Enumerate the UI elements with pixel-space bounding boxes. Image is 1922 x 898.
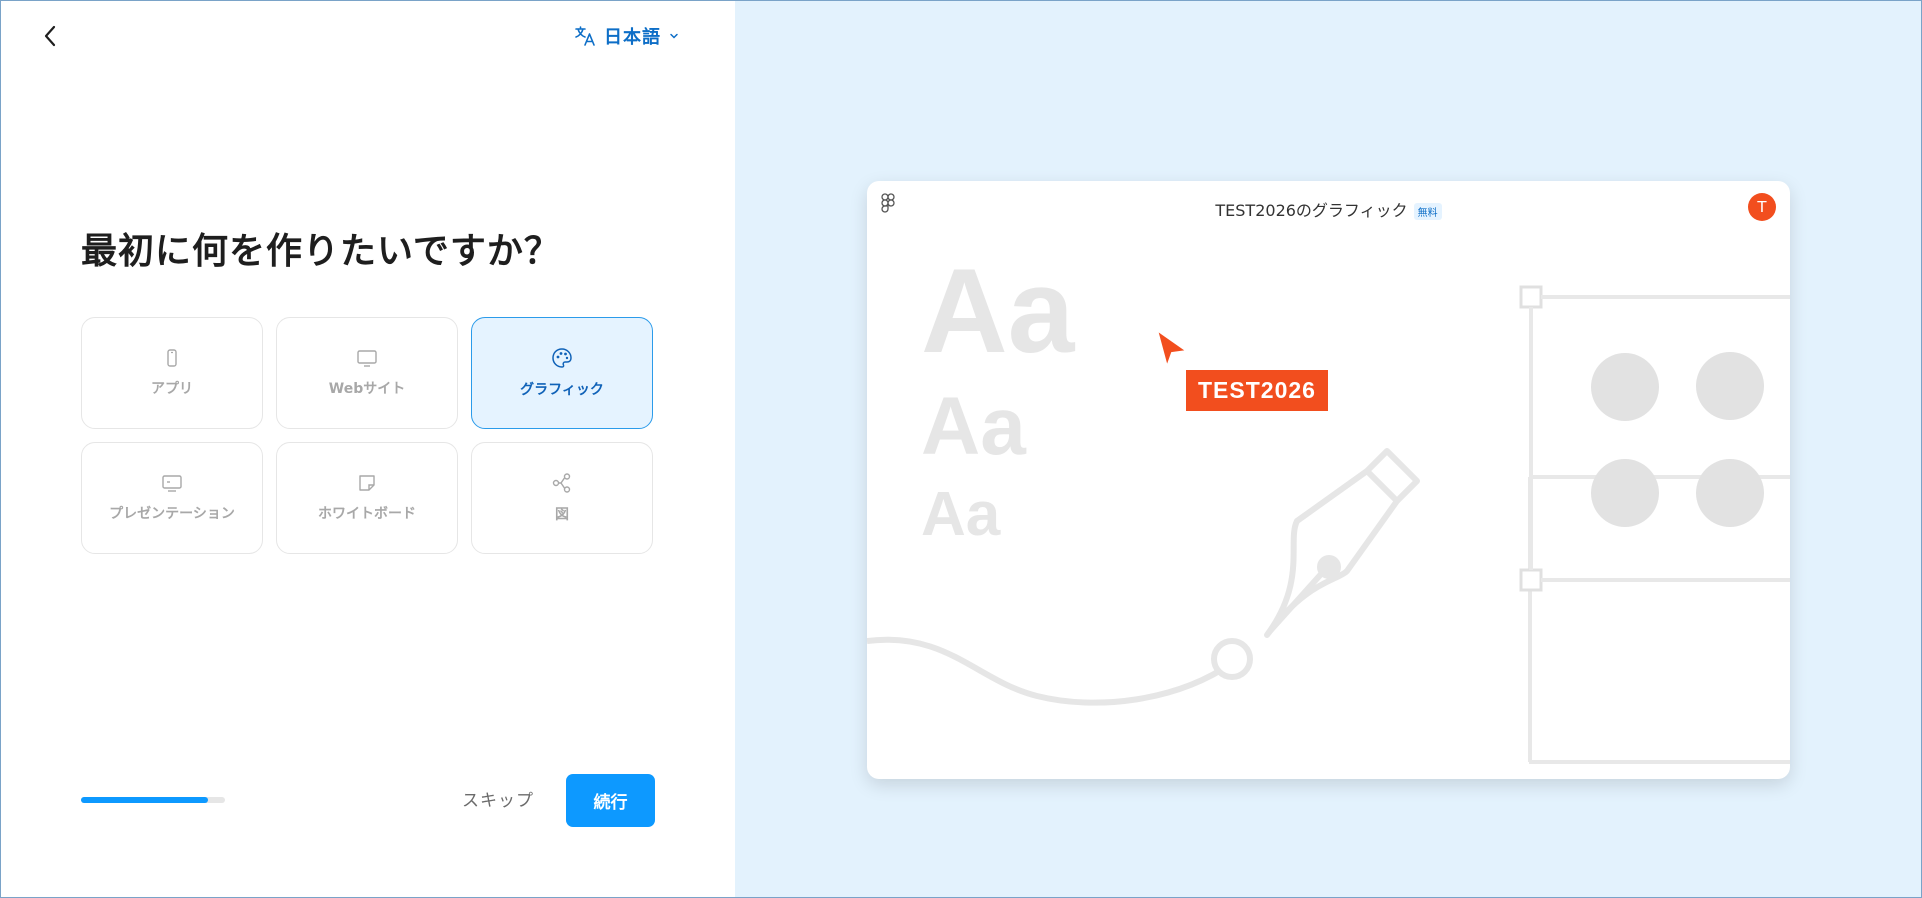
page-title: 最初に何を作りたいですか？ [81,231,561,272]
phone-icon [167,349,177,367]
presentation-icon [162,475,182,492]
cursor-icon [1155,327,1190,371]
frame-handle [1519,568,1543,592]
sample-text-medium: Aa [921,381,1026,472]
bezier-curve [867,636,1234,706]
frame-handle [1519,285,1543,309]
translate-icon [575,26,595,46]
continue-button[interactable]: 続行 [566,774,655,827]
left-panel: 日本語 最初に何を作りたいですか？ アプリ Webサイト グラフィック プレゼン… [0,0,735,898]
sample-text-small: Aa [921,480,1001,549]
option-app[interactable]: アプリ [81,317,263,429]
language-selector[interactable]: 日本語 [574,20,679,52]
language-label: 日本語 [604,27,661,48]
preview-file-name: TEST2026のグラフィック [1215,201,1408,220]
option-label: グラフィック [520,382,604,398]
dot-shape [1696,459,1764,527]
option-grid: アプリ Webサイト グラフィック プレゼンテーション ホワイトボード 図 [81,317,653,554]
skip-button[interactable]: スキップ [462,786,534,811]
anchor-point [1211,638,1253,680]
dot-shape [1591,353,1659,421]
cursor-name-tag: TEST2026 [1186,370,1328,411]
option-graphic[interactable]: グラフィック [471,317,653,429]
progress-fill [81,797,208,803]
sticky-note-icon [359,475,375,491]
option-label: プレゼンテーション [109,506,235,522]
progress-bar [81,797,225,803]
option-label: ホワイトボード [318,506,416,522]
avatar: T [1748,193,1776,221]
diagram-icon [552,473,571,493]
pen-tool-icon [1264,448,1420,638]
palette-icon [552,348,572,368]
option-website[interactable]: Webサイト [276,317,458,429]
sample-text-large: Aa [921,244,1075,378]
monitor-icon [357,350,377,367]
dot-shape [1696,352,1764,420]
option-label: Webサイト [328,381,406,397]
back-button[interactable] [34,20,66,52]
free-badge: 無料 [1413,203,1442,220]
option-label: アプリ [151,381,193,397]
preview-title: TEST2026のグラフィック 無料 [867,197,1790,221]
option-diagram[interactable]: 図 [471,442,653,554]
chevron-down-icon [670,33,678,39]
preview-window: TEST2026のグラフィック 無料 T Aa Aa Aa TEST2026 [867,181,1790,779]
preview-panel: TEST2026のグラフィック 無料 T Aa Aa Aa TEST2026 [735,0,1922,898]
option-label: 図 [555,507,569,523]
option-presentation[interactable]: プレゼンテーション [81,442,263,554]
chevron-left-icon [44,25,56,47]
option-whiteboard[interactable]: ホワイトボード [276,442,458,554]
dot-shape [1591,459,1659,527]
